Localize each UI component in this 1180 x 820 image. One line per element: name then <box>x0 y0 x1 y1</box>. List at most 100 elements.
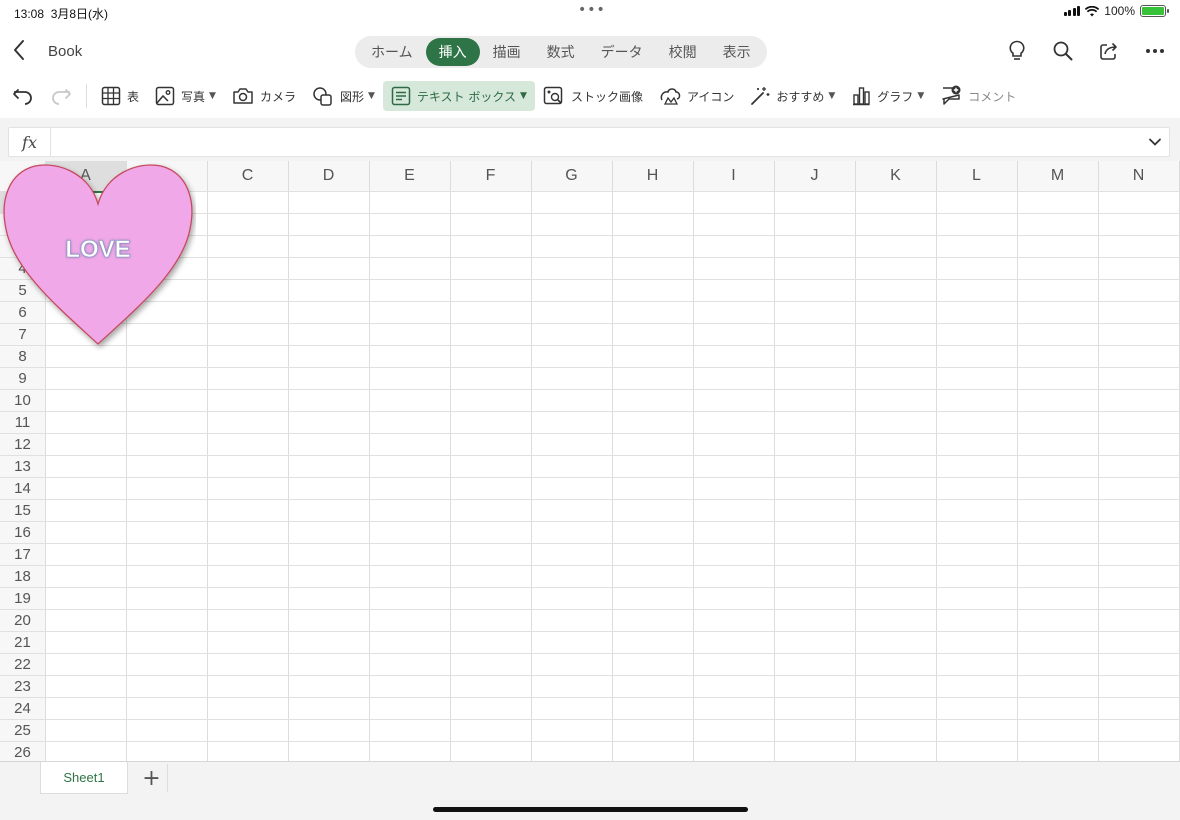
row-header-25[interactable]: 25 <box>0 719 45 741</box>
status-date: 3月8日(水) <box>50 7 109 21</box>
heart-shape[interactable]: LOVE <box>0 161 196 351</box>
insert-table-label: 表 <box>127 89 140 104</box>
row-header-13[interactable]: 13 <box>0 455 45 477</box>
row-header-17[interactable]: 17 <box>0 543 45 565</box>
chevron-down-icon: ▼ <box>828 91 836 101</box>
column-header-g[interactable]: G <box>531 161 612 191</box>
status-bar: 13:08 3月8日(水) ••• 100% <box>0 0 1180 24</box>
chevron-down-icon[interactable] <box>1147 134 1163 150</box>
row-header-14[interactable]: 14 <box>0 477 45 499</box>
insert-textbox-label: テキスト ボックス <box>416 89 517 104</box>
insert-camera-label: カメラ <box>259 89 296 104</box>
row-header-18[interactable]: 18 <box>0 565 45 587</box>
tab-formulas[interactable]: 数式 <box>534 38 588 66</box>
column-header-m[interactable]: M <box>1017 161 1098 191</box>
insert-comment-label: コメント <box>968 89 1017 104</box>
insert-stock-images-label: ストック画像 <box>570 89 643 104</box>
add-sheet-icon[interactable]: + <box>136 764 168 792</box>
insert-chart-button[interactable]: グラフ ▼ <box>843 81 932 111</box>
insert-camera-button[interactable]: カメラ <box>224 81 304 111</box>
insert-textbox-button[interactable]: テキスト ボックス ▼ <box>382 81 535 111</box>
redo-button[interactable] <box>42 81 80 111</box>
column-header-j[interactable]: J <box>774 161 855 191</box>
spreadsheet-grid[interactable]: ABCDEFGHIJKLMN 1234567891011121314151617… <box>0 161 1180 761</box>
ribbon-insert: 表 写真 ▼ カメラ 図形 ▼ テキスト ボックス ▼ ストック画像 アイコン … <box>0 78 1180 114</box>
column-header-n[interactable]: N <box>1098 161 1179 191</box>
stock-images-icon <box>543 86 563 105</box>
row-header-11[interactable]: 11 <box>0 411 45 433</box>
column-header-i[interactable]: I <box>693 161 774 191</box>
chart-icon <box>853 87 870 106</box>
row-header-22[interactable]: 22 <box>0 653 45 675</box>
insert-photo-button[interactable]: 写真 ▼ <box>147 81 224 111</box>
column-header-h[interactable]: H <box>612 161 693 191</box>
insert-table-button[interactable]: 表 <box>93 81 147 111</box>
battery-icon <box>1140 5 1169 17</box>
row-header-24[interactable]: 24 <box>0 697 45 719</box>
fx-label[interactable]: fx <box>9 128 51 156</box>
row-header-20[interactable]: 20 <box>0 609 45 631</box>
camera-icon <box>233 88 253 104</box>
icons-icon <box>660 88 681 105</box>
chevron-down-icon: ▼ <box>209 91 216 101</box>
sheet-bar: Sheet1 + <box>0 761 1180 820</box>
insert-icons-button[interactable]: アイコン <box>651 81 742 111</box>
insert-chart-label: グラフ <box>877 89 914 104</box>
formula-bar: fx <box>8 127 1170 157</box>
column-header-k[interactable]: K <box>855 161 936 191</box>
row-header-21[interactable]: 21 <box>0 631 45 653</box>
insert-icons-label: アイコン <box>686 89 735 104</box>
row-header-16[interactable]: 16 <box>0 521 45 543</box>
insert-stock-images-button[interactable]: ストック画像 <box>535 81 651 111</box>
row-header-15[interactable]: 15 <box>0 499 45 521</box>
tab-draw[interactable]: 描画 <box>480 38 534 66</box>
tab-view[interactable]: 表示 <box>710 38 764 66</box>
formula-input[interactable] <box>55 131 1135 153</box>
column-header-d[interactable]: D <box>288 161 369 191</box>
photo-icon <box>155 86 175 106</box>
insert-comment-button[interactable]: コメント <box>932 81 1024 111</box>
column-header-f[interactable]: F <box>450 161 531 191</box>
share-icon[interactable] <box>1098 40 1120 62</box>
textbox-icon <box>391 86 411 106</box>
more-options-icon[interactable] <box>1144 40 1166 62</box>
search-icon[interactable] <box>1052 40 1074 62</box>
multitask-dots-icon[interactable]: ••• <box>578 2 606 18</box>
row-header-12[interactable]: 12 <box>0 433 45 455</box>
undo-icon <box>13 89 32 105</box>
tab-review[interactable]: 校閲 <box>656 38 710 66</box>
recommended-button[interactable]: おすすめ ▼ <box>742 81 843 111</box>
insert-shapes-button[interactable]: 図形 ▼ <box>304 81 383 111</box>
column-header-l[interactable]: L <box>936 161 1017 191</box>
tab-data[interactable]: データ <box>588 38 656 66</box>
title-row: Book ホーム 挿入 描画 数式 データ 校閲 表示 <box>0 28 1180 74</box>
chevron-down-icon: ▼ <box>520 91 527 101</box>
row-header-23[interactable]: 23 <box>0 675 45 697</box>
chevron-down-icon: ▼ <box>917 91 925 101</box>
status-time: 13:08 3月8日(水) <box>14 7 109 21</box>
magic-wand-icon <box>751 87 770 105</box>
home-indicator[interactable] <box>433 807 748 812</box>
row-header-19[interactable]: 19 <box>0 587 45 609</box>
battery-percent: 100% <box>1104 4 1135 18</box>
row-header-9[interactable]: 9 <box>0 367 45 389</box>
comment-add-icon <box>942 85 961 105</box>
insert-photo-label: 写真 <box>181 89 206 104</box>
insert-shapes-label: 図形 <box>339 89 364 104</box>
row-header-26[interactable]: 26 <box>0 741 45 761</box>
back-chevron-icon[interactable] <box>12 38 32 64</box>
column-header-c[interactable]: C <box>207 161 288 191</box>
row-header-10[interactable]: 10 <box>0 389 45 411</box>
document-title[interactable]: Book <box>48 43 82 60</box>
ribbon-tabs: ホーム 挿入 描画 数式 データ 校閲 表示 <box>355 36 767 68</box>
undo-button[interactable] <box>0 81 42 111</box>
chevron-down-icon: ▼ <box>367 91 375 101</box>
tab-insert[interactable]: 挿入 <box>425 38 480 66</box>
lightbulb-icon[interactable] <box>1006 40 1028 62</box>
tab-home[interactable]: ホーム <box>358 38 426 66</box>
redo-icon <box>52 89 71 105</box>
table-icon <box>101 86 121 106</box>
sheet-tab-sheet1[interactable]: Sheet1 <box>40 762 128 794</box>
column-header-e[interactable]: E <box>369 161 450 191</box>
heart-text: LOVE <box>65 236 130 263</box>
